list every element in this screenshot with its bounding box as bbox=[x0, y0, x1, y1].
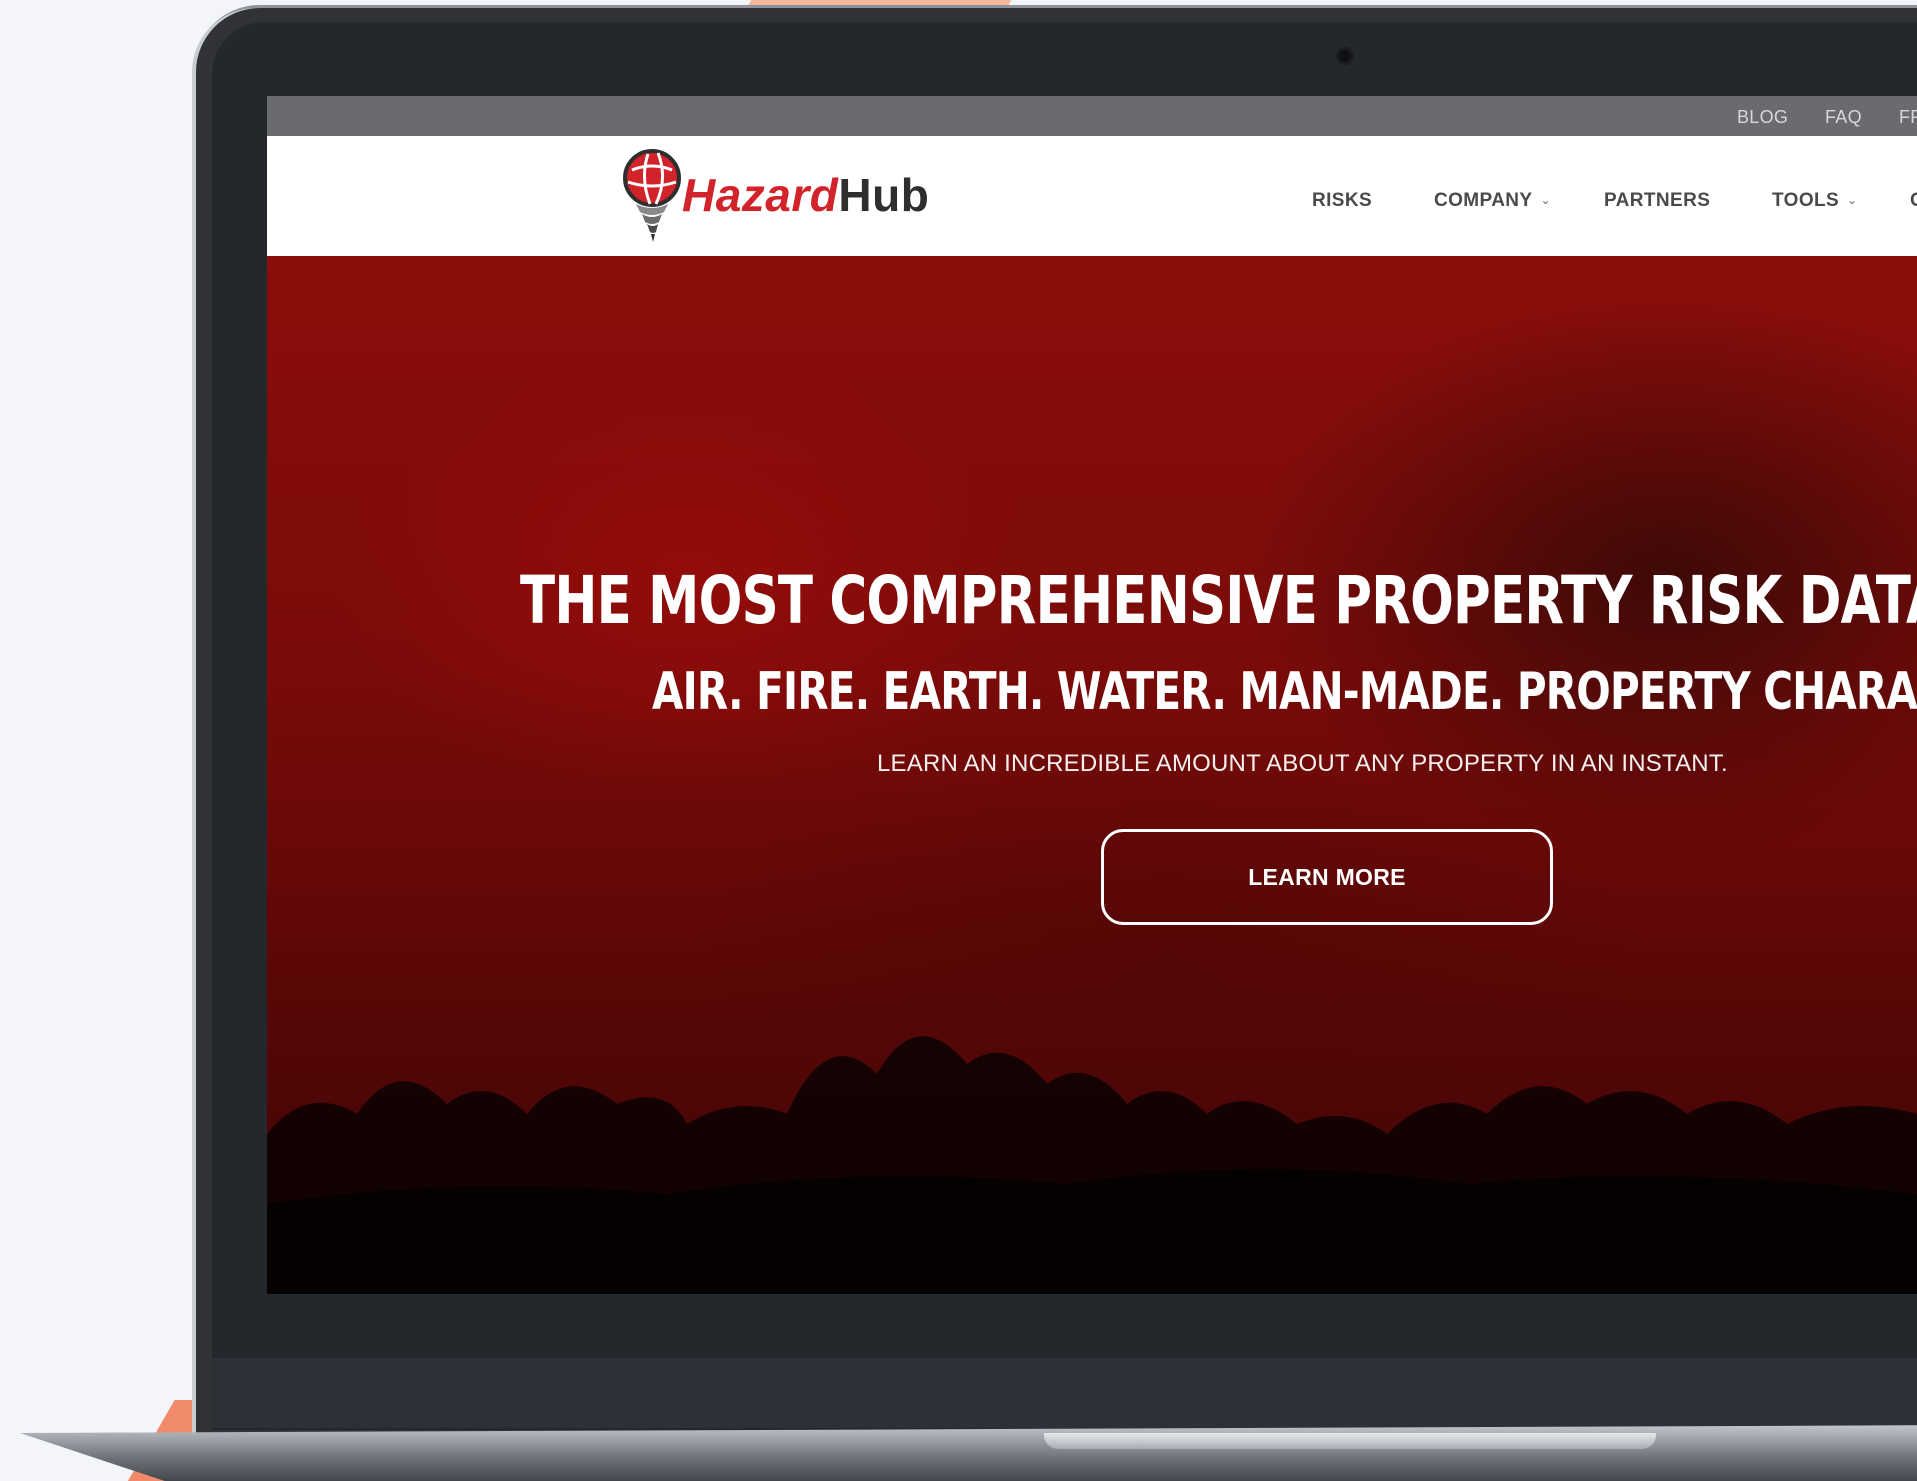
topbar-link-fr[interactable]: FR bbox=[1899, 107, 1917, 128]
brand-wordmark: HazardHub bbox=[682, 168, 929, 222]
laptop-bezel-bottom bbox=[212, 1358, 1917, 1428]
nav-item-label: RISKS bbox=[1312, 190, 1373, 211]
laptop-screen: BLOG FAQ FR HazardHub RISKS bbox=[267, 96, 1917, 1294]
tree-silhouette-background bbox=[267, 1036, 1917, 1294]
laptop-base-notch bbox=[1044, 1433, 1656, 1449]
nav-item-label: C bbox=[1910, 190, 1917, 211]
nav-item-company[interactable]: COMPANY ⌄ bbox=[1434, 190, 1551, 212]
nav-item-tools[interactable]: TOOLS ⌄ bbox=[1772, 190, 1858, 212]
nav-item-risks[interactable]: RISKS bbox=[1312, 190, 1372, 212]
learn-more-button[interactable]: LEARN MORE bbox=[1101, 829, 1553, 925]
hero-subtitle: AIR. FIRE. EARTH. WATER. MAN-MADE. PROPE… bbox=[652, 662, 1917, 722]
globe-tornado-logo-icon bbox=[623, 149, 681, 242]
brand-name-part1: Hazard bbox=[682, 169, 839, 221]
hero-section: THE MOST COMPREHENSIVE PROPERTY RISK DAT… bbox=[267, 256, 1917, 1294]
topbar-link-faq[interactable]: FAQ bbox=[1825, 107, 1862, 128]
chevron-down-icon: ⌄ bbox=[1847, 193, 1858, 207]
utility-bar: BLOG FAQ FR bbox=[267, 96, 1917, 136]
brand-name-part2: Hub bbox=[838, 169, 930, 221]
main-navbar: HazardHub RISKS COMPANY ⌄ PARTNERS TOOLS ⌄… bbox=[267, 136, 1917, 256]
nav-item-partners[interactable]: PARTNERS bbox=[1604, 190, 1710, 212]
nav-item-label: TOOLS bbox=[1772, 190, 1840, 211]
nav-item-contact[interactable]: C bbox=[1910, 190, 1917, 212]
camera-icon bbox=[1336, 47, 1354, 65]
hero-title: THE MOST COMPREHENSIVE PROPERTY RISK DAT… bbox=[520, 562, 1917, 639]
nav-item-label: COMPANY bbox=[1434, 190, 1533, 211]
hero-tagline: LEARN AN INCREDIBLE AMOUNT ABOUT ANY PRO… bbox=[877, 750, 1728, 777]
topbar-link-blog[interactable]: BLOG bbox=[1737, 107, 1788, 128]
chevron-down-icon: ⌄ bbox=[1540, 193, 1551, 207]
brand-logo[interactable]: HazardHub bbox=[622, 148, 962, 244]
nav-item-label: PARTNERS bbox=[1604, 190, 1711, 211]
device-mockup-stage: BLOG FAQ FR HazardHub RISKS bbox=[0, 0, 1917, 1481]
